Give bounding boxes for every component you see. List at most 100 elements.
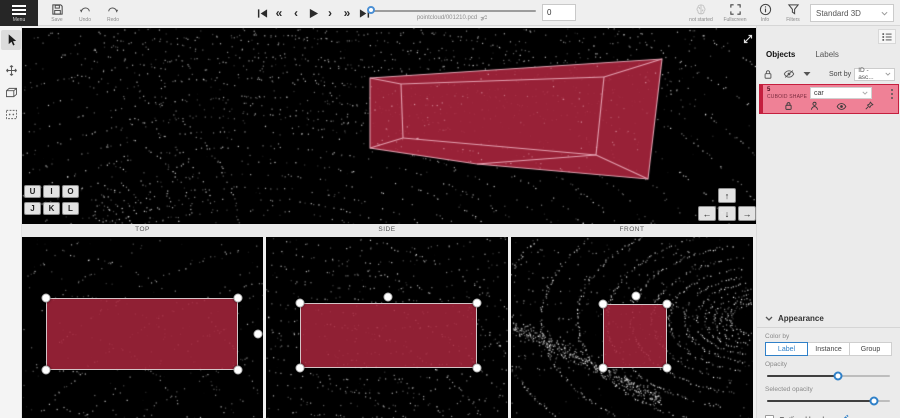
- timeline-slider-thumb[interactable]: [367, 6, 375, 14]
- selected-opacity-slider[interactable]: [767, 396, 890, 406]
- skip-start-button[interactable]: [256, 6, 268, 20]
- next-frame-button[interactable]: ›: [324, 6, 336, 20]
- top-view-panel[interactable]: [22, 237, 263, 418]
- playback-controls: « ‹ › »: [256, 0, 370, 26]
- top-view-label: TOP: [22, 226, 263, 233]
- front-view-panel[interactable]: [511, 237, 753, 418]
- arrow-right-key[interactable]: →: [738, 206, 756, 221]
- chevron-down-icon: [862, 91, 868, 95]
- opacity-slider[interactable]: [767, 371, 890, 381]
- front-view-label: FRONT: [511, 226, 753, 233]
- category-dropdown[interactable]: car: [810, 87, 872, 99]
- hide-object-button[interactable]: [836, 101, 847, 111]
- resize-handle[interactable]: [296, 299, 305, 308]
- view-mode-dropdown[interactable]: Standard 3D: [810, 4, 894, 22]
- cuboid-annotation-side-view[interactable]: [300, 303, 477, 368]
- ai-status-button[interactable]: not started: [686, 1, 716, 25]
- color-by-instance-option[interactable]: Instance: [807, 342, 850, 356]
- hotkey-j[interactable]: J: [24, 202, 41, 215]
- edit-pencil-icon[interactable]: [839, 414, 849, 418]
- resize-handle[interactable]: [234, 366, 243, 375]
- fullscreen-icon: [729, 3, 742, 16]
- sort-by-label: Sort by: [829, 71, 851, 78]
- object-row-menu-button[interactable]: [890, 88, 894, 100]
- lock-icon: [784, 101, 793, 111]
- sort-dropdown[interactable]: ID - asc...: [854, 68, 895, 81]
- resize-handle[interactable]: [473, 299, 482, 308]
- resize-handle[interactable]: [599, 364, 608, 373]
- play-button[interactable]: [307, 6, 319, 20]
- expand-rows-button[interactable]: [803, 71, 823, 77]
- hotkey-i[interactable]: I: [43, 185, 60, 198]
- resize-handle[interactable]: [663, 364, 672, 373]
- selected-opacity-slider-knob[interactable]: [870, 397, 879, 406]
- frame-number-input[interactable]: [542, 4, 576, 21]
- object-row-selected[interactable]: 5 CUBOID SHAPE car: [759, 84, 899, 114]
- brain-icon: [694, 3, 708, 16]
- outlined-borders-row: Outlined borders: [765, 414, 892, 418]
- save-button[interactable]: Save: [44, 1, 70, 25]
- redo-button[interactable]: Redo: [100, 1, 126, 25]
- undo-button[interactable]: Undo: [72, 1, 98, 25]
- cuboid-annotation-top-view[interactable]: [46, 298, 238, 370]
- outlined-borders-checkbox[interactable]: [765, 415, 774, 418]
- filters-button[interactable]: Filters: [780, 1, 806, 25]
- top-toolbar: Menu Save Undo Redo « ‹ › » pointcloud/0: [0, 0, 900, 26]
- visibility-all-button[interactable]: [783, 69, 803, 79]
- lock-all-button[interactable]: [763, 69, 783, 80]
- resize-handle[interactable]: [599, 300, 608, 309]
- color-by-label-option[interactable]: Label: [765, 342, 808, 356]
- annotation-app: Menu Save Undo Redo « ‹ › » pointcloud/0: [0, 0, 900, 418]
- main-3d-canvas[interactable]: [22, 28, 756, 224]
- tab-labels[interactable]: Labels: [812, 48, 842, 61]
- tab-objects[interactable]: Objects: [763, 48, 798, 61]
- resize-handle[interactable]: [42, 294, 51, 303]
- resize-handle[interactable]: [42, 366, 51, 375]
- rotate-handle[interactable]: [254, 330, 263, 339]
- appearance-header[interactable]: Appearance: [757, 310, 900, 328]
- resize-handle[interactable]: [473, 364, 482, 373]
- opacity-slider-knob[interactable]: [834, 372, 843, 381]
- marquee-select-icon: [5, 109, 18, 120]
- panel-options-button[interactable]: [878, 29, 896, 44]
- color-by-group-option[interactable]: Group: [849, 342, 892, 356]
- object-shape-type: CUBOID SHAPE: [767, 94, 807, 100]
- info-button[interactable]: Info: [752, 1, 778, 25]
- lock-icon: [763, 69, 773, 80]
- rotate-handle[interactable]: [632, 292, 641, 301]
- hotkey-u[interactable]: U: [24, 185, 41, 198]
- cuboid-tool-button[interactable]: [1, 82, 21, 102]
- resize-handle[interactable]: [296, 364, 305, 373]
- resize-handle[interactable]: [663, 300, 672, 309]
- color-by-segmented-control: Label Instance Group: [765, 342, 892, 356]
- side-view-panel[interactable]: [266, 237, 508, 418]
- hotkey-k[interactable]: K: [43, 202, 60, 215]
- pin-object-button[interactable]: [864, 101, 874, 111]
- main-3d-viewport[interactable]: U I O J K L ↑ ← ↓ →: [22, 28, 756, 224]
- appearance-section: Appearance Color by Label Instance Group…: [757, 310, 900, 418]
- rotate-handle[interactable]: [384, 293, 393, 302]
- resize-handle[interactable]: [234, 294, 243, 303]
- arrow-left-key[interactable]: ←: [698, 206, 716, 221]
- link-icon[interactable]: [479, 14, 487, 22]
- objects-toolbar: Sort by ID - asc...: [763, 66, 895, 82]
- fast-forward-button[interactable]: »: [341, 6, 353, 20]
- eye-icon: [836, 102, 847, 111]
- fast-backward-button[interactable]: «: [273, 6, 285, 20]
- previous-frame-button[interactable]: ‹: [290, 6, 302, 20]
- menu-button[interactable]: Menu: [0, 0, 38, 26]
- move-tool-button[interactable]: [1, 60, 21, 80]
- assign-object-button[interactable]: [810, 101, 819, 111]
- info-icon: [759, 3, 772, 16]
- hotkey-o[interactable]: O: [62, 185, 79, 198]
- cuboid-annotation-front-view[interactable]: [603, 304, 667, 368]
- pointer-tool-button[interactable]: [1, 30, 21, 50]
- timeline-slider[interactable]: [368, 10, 536, 12]
- hotkey-l[interactable]: L: [62, 202, 79, 215]
- fullscreen-button[interactable]: Fullscreen: [720, 1, 750, 25]
- lock-object-button[interactable]: [784, 101, 793, 111]
- arrow-up-key[interactable]: ↑: [718, 188, 736, 203]
- arrow-down-key[interactable]: ↓: [718, 206, 736, 221]
- expand-view-icon[interactable]: [742, 33, 754, 45]
- marquee-select-tool-button[interactable]: [1, 104, 21, 124]
